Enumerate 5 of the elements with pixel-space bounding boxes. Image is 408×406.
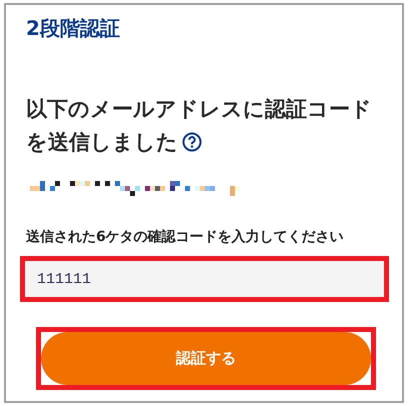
page-title: 2段階認証 <box>26 15 121 41</box>
code-input-field[interactable]: 111111 <box>25 261 384 297</box>
message-text: 以下のメールアドレスに認証コードを送信しました <box>26 96 373 156</box>
code-field-label: 送信された6ケタの確認コードを入力してください <box>26 228 345 246</box>
help-icon[interactable] <box>182 132 202 152</box>
